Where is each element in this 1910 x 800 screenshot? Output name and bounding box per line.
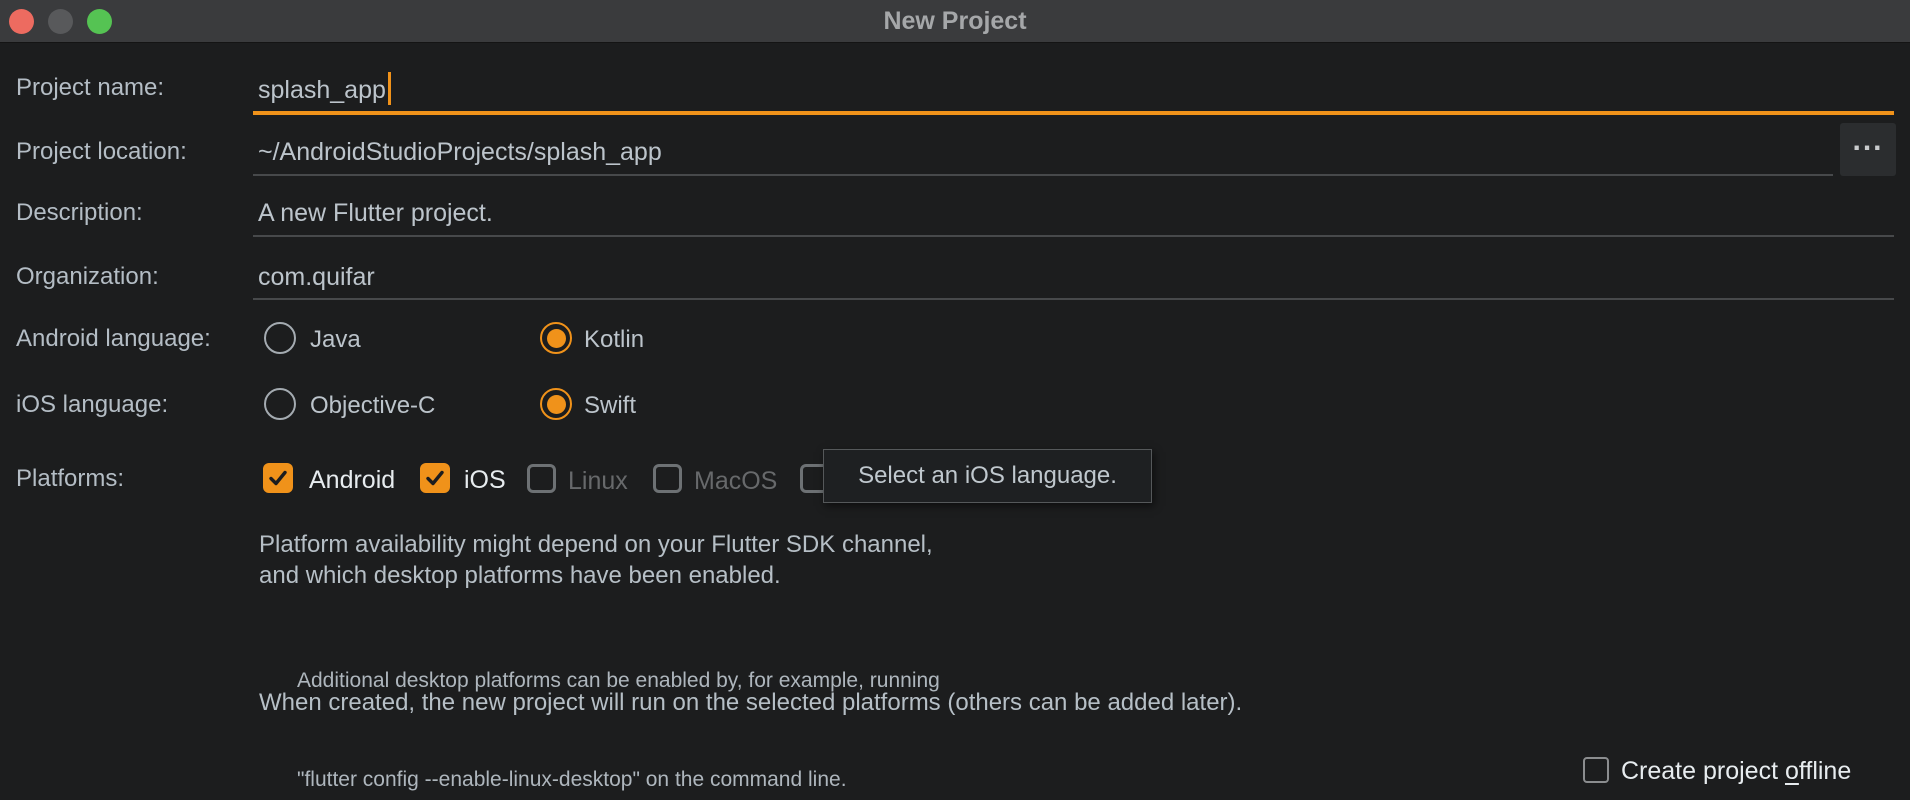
create-offline-checkbox[interactable] bbox=[1583, 757, 1609, 783]
project-location-label: Project location: bbox=[16, 138, 187, 165]
checkmark-icon bbox=[269, 470, 287, 486]
checkbox-ios[interactable] bbox=[420, 463, 450, 493]
created-note: When created, the new project will run o… bbox=[259, 689, 1243, 716]
text-cursor bbox=[387, 72, 391, 105]
description-input[interactable]: A new Flutter project. bbox=[258, 197, 493, 229]
radio-kotlin-label[interactable]: Kotlin bbox=[584, 325, 644, 355]
radio-java[interactable] bbox=[264, 322, 296, 354]
platform-availability-line2: and which desktop platforms have been en… bbox=[259, 562, 781, 589]
organization-input[interactable]: com.quifar bbox=[258, 261, 375, 293]
radio-selected-dot bbox=[546, 394, 566, 414]
description-underline bbox=[253, 235, 1894, 237]
platform-availability-note: Platform availability might depend on yo… bbox=[259, 529, 933, 591]
project-name-focus-underline bbox=[253, 111, 1894, 115]
checkbox-ios-label[interactable]: iOS bbox=[464, 465, 506, 496]
organization-label: Organization: bbox=[16, 263, 159, 290]
checkmark-icon bbox=[426, 470, 444, 486]
window-title: New Project bbox=[883, 7, 1027, 35]
desktop-platforms-line2: "flutter config --enable-linux-desktop" … bbox=[297, 768, 847, 791]
create-offline-label[interactable]: Create project offline bbox=[1621, 756, 1851, 787]
radio-swift[interactable] bbox=[540, 388, 572, 420]
description-label: Description: bbox=[16, 199, 143, 226]
create-offline-suffix: ffline bbox=[1798, 757, 1852, 785]
checkbox-macos[interactable] bbox=[653, 464, 682, 493]
platform-availability-line1: Platform availability might depend on yo… bbox=[259, 531, 933, 558]
radio-kotlin[interactable] bbox=[540, 322, 572, 354]
radio-objective-c-label[interactable]: Objective-C bbox=[310, 391, 435, 421]
project-name-label: Project name: bbox=[16, 74, 165, 101]
project-name-value: splash_app bbox=[258, 76, 386, 104]
project-location-underline bbox=[253, 174, 1833, 176]
radio-selected-dot bbox=[546, 328, 566, 348]
organization-underline bbox=[253, 298, 1894, 300]
checkbox-android[interactable] bbox=[263, 463, 293, 493]
platforms-label: Platforms: bbox=[16, 465, 125, 492]
create-offline-mnemonic: o bbox=[1784, 757, 1799, 785]
radio-objective-c[interactable] bbox=[264, 388, 296, 420]
ios-language-label: iOS language: bbox=[16, 391, 169, 418]
ellipsis-icon: ... bbox=[1852, 123, 1884, 157]
checkbox-linux-label[interactable]: Linux bbox=[568, 466, 628, 497]
android-language-label: Android language: bbox=[16, 325, 211, 352]
validation-tooltip: Select an iOS language. bbox=[823, 449, 1152, 503]
project-name-input[interactable]: splash_app bbox=[258, 72, 391, 106]
checkbox-linux[interactable] bbox=[527, 464, 556, 493]
radio-swift-label[interactable]: Swift bbox=[584, 391, 636, 421]
checkbox-android-label[interactable]: Android bbox=[309, 465, 395, 496]
create-offline-prefix: Create project bbox=[1621, 757, 1785, 785]
radio-java-label[interactable]: Java bbox=[310, 325, 361, 355]
checkbox-macos-label[interactable]: MacOS bbox=[694, 466, 777, 497]
browse-location-button[interactable]: ... bbox=[1840, 123, 1896, 176]
project-location-input[interactable]: ~/AndroidStudioProjects/splash_app bbox=[258, 136, 662, 168]
